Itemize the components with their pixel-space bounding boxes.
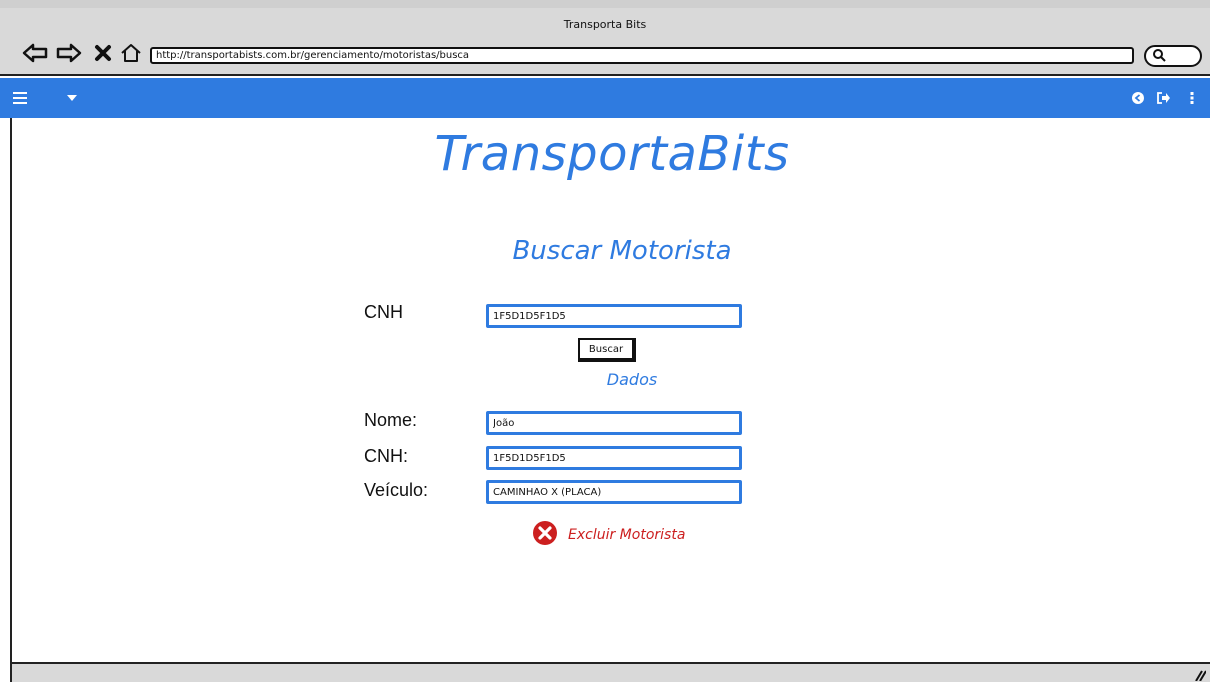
back-arrow-icon[interactable] — [22, 42, 48, 64]
window-title: Transporta Bits — [563, 18, 647, 31]
search-cnh-input[interactable] — [486, 304, 742, 328]
delete-driver-button[interactable]: Excluir Motorista — [532, 520, 686, 550]
delete-driver-label: Excluir Motorista — [568, 527, 686, 543]
more-vertical-icon[interactable] — [1182, 88, 1202, 108]
vehicle-label: Veículo: — [364, 480, 429, 500]
page-title: Buscar Motorista — [512, 236, 732, 266]
refresh-icon[interactable] — [1128, 88, 1148, 108]
cnh-field[interactable] — [486, 446, 742, 470]
status-bar — [10, 662, 1210, 682]
forward-arrow-icon[interactable] — [56, 42, 82, 64]
menu-icon[interactable] — [10, 88, 30, 108]
cnh-label: CNH: — [364, 446, 408, 466]
page-content: TransportaBits Buscar Motorista CNH Busc… — [10, 118, 1210, 664]
logout-icon[interactable] — [1154, 88, 1174, 108]
name-label: Nome: — [364, 410, 418, 430]
url-input[interactable]: http://transportabists.com.br/gerenciame… — [150, 47, 1134, 64]
browser-window: Transporta Bits http://transportabists.c… — [0, 0, 1210, 682]
search-cnh-label: CNH — [364, 302, 403, 322]
brand-title: TransportaBits — [434, 126, 790, 182]
data-section-title: Dados — [606, 370, 658, 389]
app-bar — [0, 78, 1210, 118]
caret-down-icon[interactable] — [62, 88, 82, 108]
close-icon[interactable] — [90, 42, 116, 64]
search-button[interactable]: Buscar — [578, 338, 636, 362]
vehicle-field[interactable] — [486, 480, 742, 504]
name-field[interactable] — [486, 411, 742, 435]
browser-search-box[interactable] — [1144, 45, 1202, 67]
browser-chrome: Transporta Bits http://transportabists.c… — [0, 0, 1210, 76]
home-icon[interactable] — [118, 42, 144, 64]
resize-grip-icon[interactable] — [1192, 666, 1207, 682]
delete-circle-icon — [532, 520, 558, 550]
search-icon — [1152, 47, 1166, 66]
